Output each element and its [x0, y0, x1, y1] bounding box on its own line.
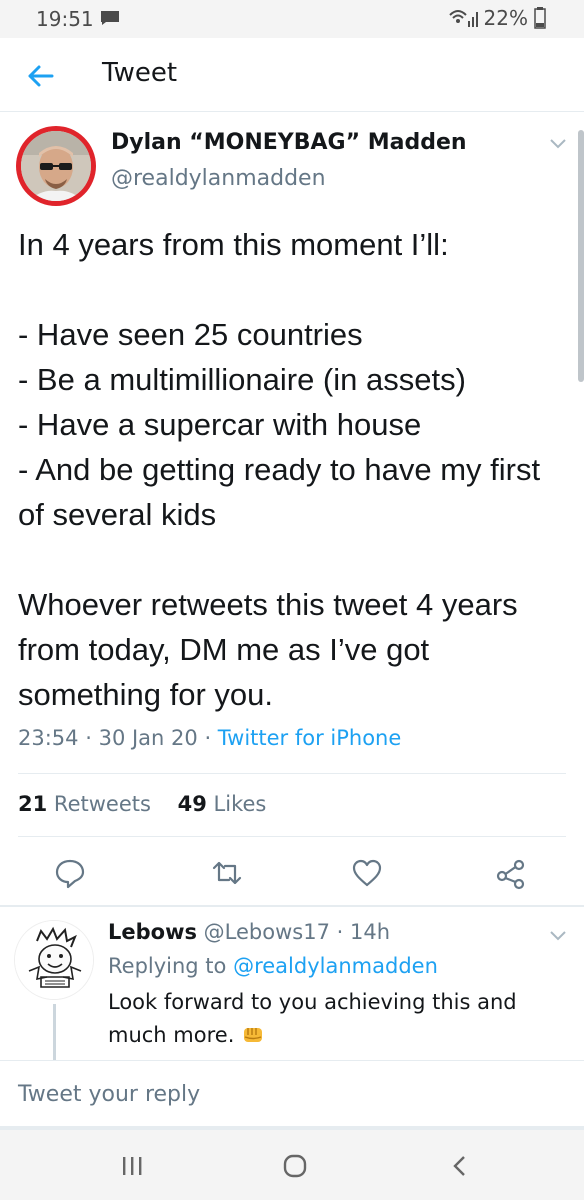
divider	[18, 836, 566, 837]
author-name[interactable]: Dylan “MONEYBAG” Madden	[111, 130, 467, 155]
page-title: Tweet	[102, 58, 178, 88]
tweet-actions	[0, 848, 584, 896]
battery-percent: 22%	[483, 6, 528, 30]
tweet-text: In 4 years from this moment I’ll: - Have…	[18, 227, 541, 712]
status-time: 19:51	[36, 7, 94, 31]
meta-separator: ·	[85, 726, 99, 750]
tweet-date: 30 Jan 20	[98, 726, 198, 750]
back-icon[interactable]	[446, 1154, 474, 1178]
reply-avatar[interactable]	[14, 920, 94, 1000]
meta-separator: ·	[204, 726, 218, 750]
reply-age: 14h	[350, 920, 391, 944]
divider	[0, 905, 584, 907]
retweets-stat[interactable]: 21 Retweets	[18, 792, 151, 816]
tweet-stats: 21 Retweets 49 Likes	[18, 792, 266, 816]
replying-to: Replying to @realdylanmadden	[108, 954, 438, 978]
reply-header: Lebows @Lebows17 · 14h	[108, 920, 390, 944]
author-avatar[interactable]	[16, 126, 96, 206]
likes-stat[interactable]: 49 Likes	[178, 792, 267, 816]
tweet-timestamp: 23:54 · 30 Jan 20 · Twitter for iPhone	[18, 726, 401, 750]
retweets-count: 21	[18, 792, 48, 816]
battery-icon	[534, 7, 546, 29]
replying-to-mention[interactable]: @realdylanmadden	[233, 954, 438, 978]
retweet-icon[interactable]	[210, 856, 244, 890]
tweet-time: 23:54	[18, 726, 79, 750]
chevron-down-icon[interactable]	[548, 136, 568, 150]
status-bar: 19:51 22%	[0, 0, 584, 38]
reply-author-handle[interactable]: @Lebows17	[204, 920, 330, 944]
share-icon[interactable]	[494, 856, 528, 890]
likes-count: 49	[177, 792, 207, 816]
avatar-photo	[21, 131, 91, 201]
reply-text-content: Look forward to you achieving this and m…	[108, 990, 517, 1047]
wifi-signal-icon	[448, 10, 478, 27]
system-nav-bar	[0, 1130, 584, 1200]
reply-author-name[interactable]: Lebows	[108, 920, 197, 944]
chevron-down-icon[interactable]	[548, 928, 568, 942]
divider	[0, 1060, 584, 1061]
back-arrow-icon[interactable]	[22, 58, 58, 94]
fist-emoji-icon	[244, 1028, 263, 1042]
avatar-image	[21, 131, 91, 201]
app-bar: Tweet	[0, 38, 584, 112]
divider	[18, 773, 566, 774]
avatar-image	[15, 921, 93, 999]
like-icon[interactable]	[350, 856, 384, 890]
reply-text: Look forward to you achieving this and m…	[108, 986, 558, 1052]
retweets-label: Retweets	[53, 792, 151, 816]
message-notification-icon	[101, 11, 119, 25]
reply-input[interactable]: Tweet your reply	[18, 1082, 200, 1107]
tweet-source-link[interactable]: Twitter for iPhone	[218, 726, 402, 750]
author-handle[interactable]: @realdylanmadden	[111, 166, 326, 191]
likes-label: Likes	[213, 792, 267, 816]
recent-apps-icon[interactable]	[118, 1154, 146, 1178]
scrollbar[interactable]	[578, 130, 584, 382]
thread-line	[53, 1004, 56, 1060]
reply-icon[interactable]	[53, 856, 87, 890]
meta-separator: ·	[336, 920, 344, 944]
replying-to-label: Replying to	[108, 954, 227, 978]
status-indicators: 22%	[448, 6, 546, 30]
home-icon[interactable]	[280, 1154, 310, 1178]
